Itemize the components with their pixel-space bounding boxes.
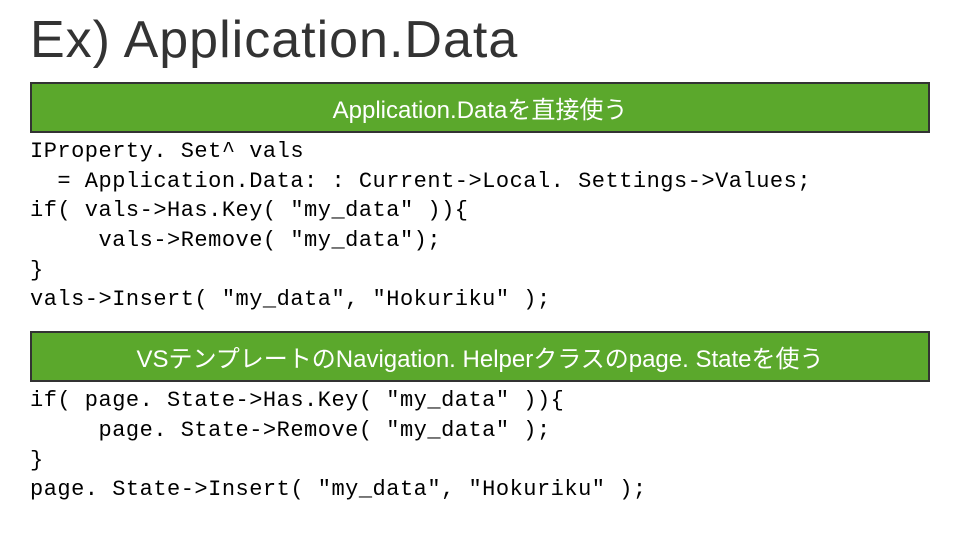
- code-block-1: IProperty. Set^ vals = Application.Data:…: [30, 137, 930, 315]
- banner-application-data: Application.Dataを直接使う: [30, 82, 930, 133]
- banner-navigation-helper: VSテンプレートのNavigation. Helperクラスのpage. Sta…: [30, 331, 930, 382]
- slide: Ex) Application.Data Application.Dataを直接…: [0, 0, 960, 540]
- code-block-2: if( page. State->Has.Key( "my_data" )){ …: [30, 386, 930, 505]
- slide-title: Ex) Application.Data: [30, 10, 930, 70]
